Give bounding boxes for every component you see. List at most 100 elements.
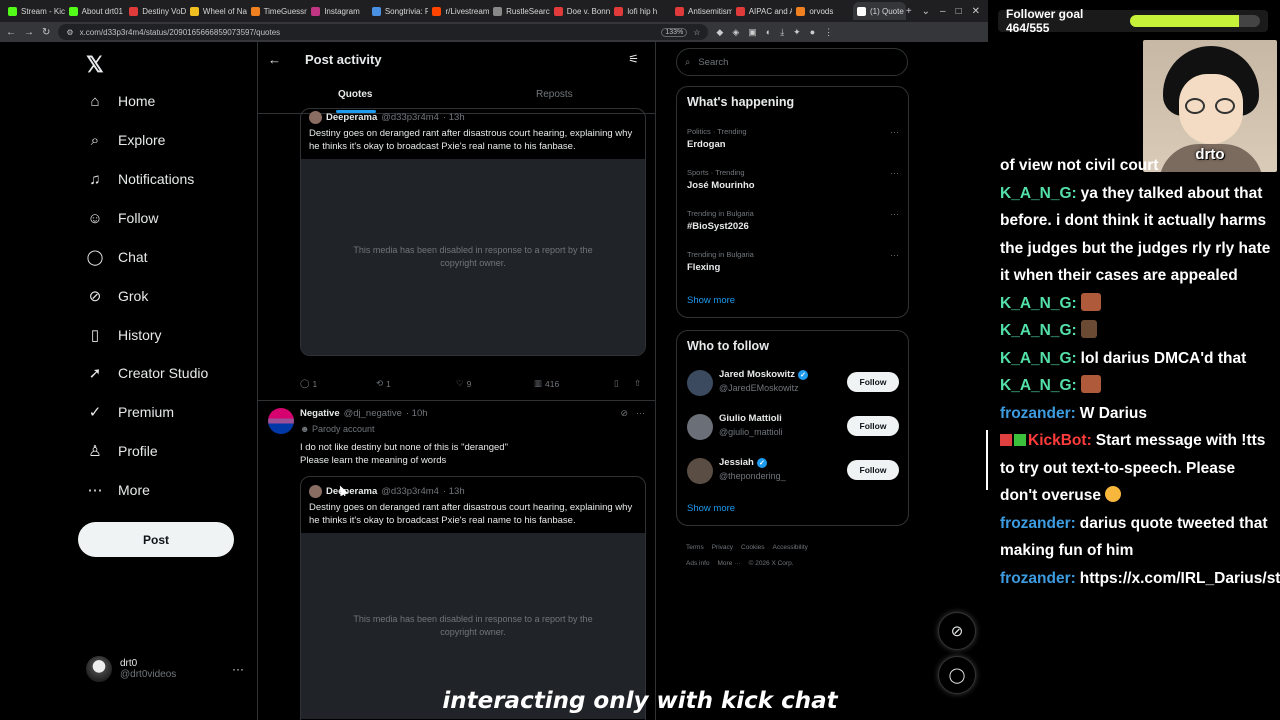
- account-switcher[interactable]: drt0 @drt0videos ···: [86, 656, 244, 682]
- extension-icon[interactable]: ◈: [732, 27, 739, 38]
- grok-icon[interactable]: ⊘: [620, 408, 628, 419]
- like-button[interactable]: ♡ 9: [456, 378, 534, 389]
- minimize-icon[interactable]: –: [940, 6, 946, 17]
- nav-item-creator-studio[interactable]: ➚ Creator Studio: [86, 364, 209, 382]
- follow-button[interactable]: Follow: [847, 460, 899, 480]
- star-icon[interactable]: ☆: [693, 28, 700, 37]
- sliders-icon[interactable]: ⚟: [628, 52, 639, 66]
- footer-link[interactable]: Ads info: [686, 560, 710, 567]
- chat-username[interactable]: K_A_N_G:: [1000, 295, 1077, 312]
- chat-username[interactable]: K_A_N_G:: [1000, 185, 1077, 202]
- zoom-badge[interactable]: 133%: [661, 27, 688, 37]
- grok-float-button[interactable]: ⊘: [938, 612, 976, 650]
- show-more-link[interactable]: Show more: [687, 503, 735, 514]
- trend-item[interactable]: Politics · Trending Erdogan ···: [687, 127, 899, 150]
- browser-tab[interactable]: Instagram: [307, 2, 368, 20]
- menu-icon[interactable]: ⋮: [824, 27, 833, 38]
- browser-tab[interactable]: Wheel of Na: [186, 2, 247, 20]
- browser-tab[interactable]: AIPAC and A: [732, 2, 792, 20]
- views-button[interactable]: ▥ 416: [534, 378, 614, 389]
- more-dots-icon[interactable]: ···: [890, 209, 899, 219]
- trend-item[interactable]: Trending in Bulgaria #BioSyst2026 ···: [687, 209, 899, 232]
- browser-tab[interactable]: Antisemitism: [671, 2, 732, 20]
- extension-icon[interactable]: ▣: [748, 27, 757, 38]
- footer-link[interactable]: Accessibility: [773, 544, 808, 551]
- browser-tab[interactable]: (1) Quote✕: [852, 2, 906, 20]
- quoted-post-card[interactable]: Deeperama @d33p3r4m4 · 13h Destiny goes …: [300, 476, 646, 720]
- more-dots-icon[interactable]: ···: [890, 250, 899, 260]
- footer-link[interactable]: © 2026 X Corp.: [749, 560, 794, 567]
- profile-icon[interactable]: ●: [810, 27, 815, 38]
- post-text-line: I do not like destiny but none of this i…: [300, 442, 508, 453]
- nav-item-explore[interactable]: ⌕ Explore: [86, 131, 166, 149]
- chat-username[interactable]: KickBot:: [1028, 432, 1092, 449]
- footer-link[interactable]: Privacy: [712, 544, 733, 551]
- browser-tab[interactable]: TimeGuessr: [247, 2, 308, 20]
- follow-suggestion[interactable]: Jessiah ✓ @thepondering_ Follow: [687, 455, 899, 489]
- bookmark-icon[interactable]: ▯: [614, 378, 634, 389]
- download-icon[interactable]: ⤓: [780, 27, 784, 38]
- url-field[interactable]: ⚙ x.com/d33p3r4m4/status/209016566685907…: [58, 24, 709, 40]
- new-tab-icon[interactable]: +: [906, 6, 912, 17]
- forward-arrow-icon[interactable]: →: [24, 27, 34, 38]
- nav-item-follow[interactable]: ☺ Follow: [86, 209, 158, 227]
- nav-item-profile[interactable]: ♙ Profile: [86, 442, 157, 460]
- tab-reposts[interactable]: Reposts: [536, 89, 573, 100]
- browser-tab[interactable]: Songtrivia: F: [368, 2, 428, 20]
- x-logo-icon[interactable]: 𝕏: [86, 52, 104, 78]
- reload-icon[interactable]: ↻: [42, 27, 50, 38]
- chat-username[interactable]: frozander:: [1000, 405, 1076, 422]
- back-arrow-icon[interactable]: ←: [6, 27, 16, 38]
- footer-link[interactable]: Cookies: [741, 544, 764, 551]
- chevron-down-icon[interactable]: ⌄: [922, 6, 930, 17]
- nav-item-home[interactable]: ⌂ Home: [86, 92, 155, 110]
- browser-tab[interactable]: Stream - Kic: [4, 2, 65, 20]
- back-arrow-icon[interactable]: ←: [268, 52, 281, 67]
- trend-item[interactable]: Trending in Bulgaria Flexing ···: [687, 250, 899, 273]
- follow-button[interactable]: Follow: [847, 416, 899, 436]
- browser-tab[interactable]: lofi hip h: [610, 2, 671, 20]
- browser-tab[interactable]: About drt01: [65, 2, 126, 20]
- repost-button[interactable]: ⟲ 1: [376, 378, 456, 389]
- extension-icon[interactable]: ◐: [766, 27, 771, 38]
- more-dots-icon[interactable]: ···: [636, 408, 645, 419]
- browser-tab[interactable]: Doe v. Bonn: [550, 2, 611, 20]
- more-dots-icon[interactable]: ···: [232, 662, 244, 676]
- nav-item-more[interactable]: ⋯ More: [86, 481, 150, 499]
- follow-button[interactable]: Follow: [847, 372, 899, 392]
- tab-quotes[interactable]: Quotes: [338, 89, 372, 100]
- show-more-link[interactable]: Show more: [687, 295, 735, 306]
- puzzle-icon[interactable]: ✦: [793, 27, 801, 38]
- chat-username[interactable]: K_A_N_G:: [1000, 350, 1077, 367]
- browser-tab[interactable]: r/Livestream: [428, 2, 489, 20]
- footer-link[interactable]: Terms: [686, 544, 704, 551]
- page-title: Post activity: [305, 52, 382, 67]
- chat-username[interactable]: frozander:: [1000, 515, 1076, 532]
- chat-username[interactable]: K_A_N_G:: [1000, 322, 1077, 339]
- quoted-post-card[interactable]: Deeperama @d33p3r4m4 · 13h Destiny goes …: [300, 108, 646, 356]
- browser-tab[interactable]: orvods: [792, 2, 853, 20]
- site-info-icon[interactable]: ⚙: [66, 28, 73, 37]
- nav-item-premium[interactable]: ✓ Premium: [86, 403, 174, 421]
- search-input[interactable]: ⌕ Search: [676, 48, 908, 76]
- follow-suggestion[interactable]: Giulio Mattioli @giulio_mattioli Follow: [687, 411, 899, 445]
- browser-tab[interactable]: RustleSearch: [489, 2, 550, 20]
- nav-item-chat[interactable]: ◯ Chat: [86, 248, 148, 266]
- chat-username[interactable]: frozander:: [1000, 570, 1076, 587]
- chat-username[interactable]: K_A_N_G:: [1000, 377, 1077, 394]
- trend-item[interactable]: Sports · Trending José Mourinho ···: [687, 168, 899, 191]
- footer-link[interactable]: More ···: [718, 560, 741, 567]
- more-dots-icon[interactable]: ···: [890, 168, 899, 178]
- nav-item-grok[interactable]: ⊘ Grok: [86, 287, 149, 305]
- nav-item-notifications[interactable]: ♫ Notifications: [86, 170, 194, 188]
- reply-button[interactable]: ◯ 1: [300, 378, 376, 389]
- close-icon[interactable]: ✕: [972, 6, 980, 17]
- more-dots-icon[interactable]: ···: [890, 127, 899, 137]
- share-icon[interactable]: ⇧: [634, 378, 641, 389]
- extension-icon[interactable]: ◆: [716, 27, 723, 38]
- post-button[interactable]: Post: [78, 522, 234, 557]
- follow-suggestion[interactable]: Jared Moskowitz ✓ @JaredEMoskowitz Follow: [687, 367, 899, 401]
- nav-item-history[interactable]: ▯ History: [86, 326, 162, 344]
- browser-tab[interactable]: Destiny VoD: [125, 2, 186, 20]
- maximize-icon[interactable]: □: [956, 6, 962, 17]
